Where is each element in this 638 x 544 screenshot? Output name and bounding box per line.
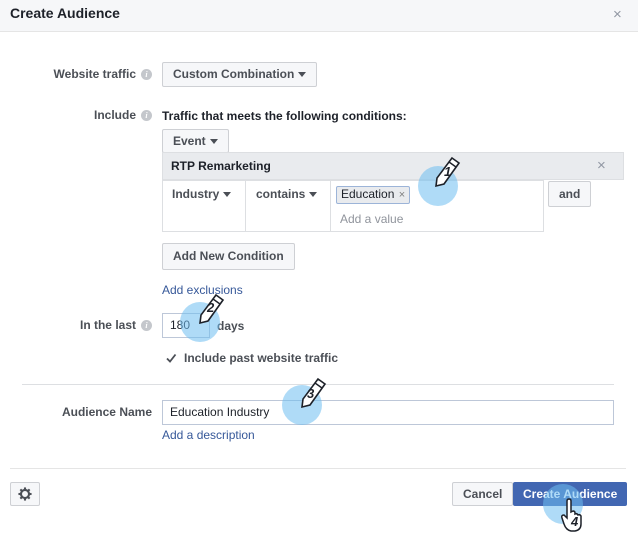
cancel-button[interactable]: Cancel: [452, 482, 514, 506]
close-icon[interactable]: ×: [613, 6, 622, 23]
footer-divider: [10, 468, 626, 469]
cell-divider: [245, 180, 246, 232]
value-token[interactable]: Education ×: [336, 186, 411, 204]
audience-name-input[interactable]: Education Industry: [162, 400, 614, 425]
website-traffic-label: Website traffic: [53, 67, 136, 81]
info-icon: i: [141, 69, 152, 80]
chevron-down-icon: [309, 192, 318, 198]
website-traffic-selected: Custom Combination: [173, 67, 295, 81]
and-button[interactable]: and: [548, 181, 592, 207]
checkbox-checked-icon[interactable]: [165, 352, 177, 364]
audience-name-label: Audience Name: [61, 405, 152, 419]
field-dropdown-label: Industry: [172, 187, 220, 201]
step-number: 2: [207, 300, 215, 315]
value-token-label: Education: [341, 187, 395, 201]
step-number: 4: [571, 514, 579, 529]
info-icon: i: [141, 320, 152, 331]
operator-dropdown[interactable]: contains: [256, 187, 318, 201]
remove-group-icon[interactable]: ×: [597, 158, 606, 174]
chevron-down-icon: [298, 72, 307, 78]
event-dropdown[interactable]: Event: [162, 129, 229, 153]
event-dropdown-label: Event: [173, 134, 206, 148]
include-label: Include: [93, 108, 136, 122]
in-the-last-label: In the last: [79, 318, 136, 332]
cell-divider: [330, 180, 331, 232]
gear-icon: [18, 487, 32, 501]
value-input[interactable]: Add a value: [340, 212, 403, 226]
chevron-down-icon: [209, 139, 218, 145]
field-dropdown[interactable]: Industry: [172, 187, 232, 201]
operator-dropdown-label: contains: [256, 187, 306, 201]
add-condition-button[interactable]: Add New Condition: [162, 243, 295, 270]
step-number: 1: [444, 164, 452, 179]
dialog-title: Create Audience: [10, 5, 120, 21]
chevron-down-icon: [223, 192, 232, 198]
token-remove-icon[interactable]: ×: [399, 189, 405, 201]
condition-group-title: RTP Remarketing: [171, 159, 271, 173]
include-description: Traffic that meets the following conditi…: [162, 109, 407, 123]
website-traffic-dropdown[interactable]: Custom Combination: [162, 62, 318, 87]
include-past-label: Include past website traffic: [184, 351, 339, 365]
step-number: 3: [307, 386, 315, 401]
settings-button[interactable]: [10, 482, 40, 506]
info-icon: i: [141, 110, 152, 121]
add-description-link[interactable]: Add a description: [162, 428, 255, 442]
